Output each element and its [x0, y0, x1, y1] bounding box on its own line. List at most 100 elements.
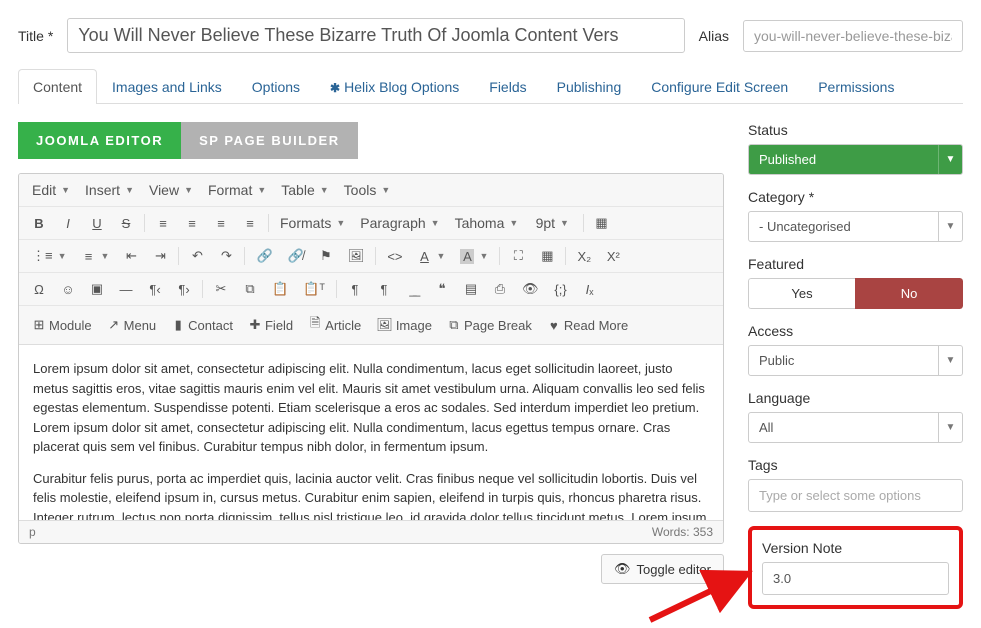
tab-options[interactable]: Options: [237, 69, 315, 104]
menu-view[interactable]: View▼: [142, 177, 200, 203]
version-note-highlight: Version Note: [748, 526, 963, 609]
fullscreen-icon[interactable]: ⛶: [504, 243, 532, 269]
paragraph-dropdown[interactable]: Paragraph▼: [353, 210, 446, 236]
copy-icon[interactable]: ⧉: [236, 276, 264, 302]
sp-page-builder-button[interactable]: SP PAGE BUILDER: [181, 122, 357, 159]
path-display: p: [29, 525, 36, 539]
align-center-icon[interactable]: ≡: [178, 211, 206, 236]
category-select[interactable]: - Uncategorised ▼: [748, 211, 963, 242]
chevron-down-icon: ▼: [938, 346, 962, 375]
indent-icon[interactable]: ⇥: [146, 243, 174, 269]
title-input[interactable]: [67, 18, 684, 53]
field-button[interactable]: ✚ Field: [241, 312, 300, 338]
tab-publishing[interactable]: Publishing: [542, 69, 637, 104]
menu-format[interactable]: Format▼: [201, 177, 273, 203]
tab-configure-edit[interactable]: Configure Edit Screen: [636, 69, 803, 104]
status-select[interactable]: Published ▼: [748, 144, 963, 175]
tab-helix-blog[interactable]: ✱Helix Blog Options: [315, 69, 474, 104]
image-icon[interactable]: 🖼: [341, 243, 372, 269]
link-icon[interactable]: 🔗: [249, 243, 279, 269]
showblocks-icon[interactable]: ¶: [370, 277, 398, 302]
access-select[interactable]: Public ▼: [748, 345, 963, 376]
bgcolor-icon[interactable]: A▼: [453, 244, 495, 269]
blockquote-icon[interactable]: ❝: [428, 276, 456, 302]
print-icon[interactable]: ⎙: [486, 276, 514, 302]
contact-button[interactable]: ▮ Contact: [164, 312, 240, 338]
ltr-icon[interactable]: ¶‹: [141, 277, 169, 302]
tab-images-links[interactable]: Images and Links: [97, 69, 237, 104]
alias-label: Alias: [699, 28, 729, 44]
toggle-editor-button[interactable]: 👁 Toggle editor: [601, 554, 724, 584]
redo-icon[interactable]: ↷: [212, 243, 240, 269]
rtl-icon[interactable]: ¶›: [170, 277, 198, 302]
clearformat-icon[interactable]: Iₓ: [576, 277, 604, 302]
word-count: Words: 353: [652, 525, 713, 539]
menu-insert[interactable]: Insert▼: [78, 177, 141, 203]
content-p2: Curabitur felis purus, porta ac imperdie…: [33, 469, 709, 521]
align-justify-icon[interactable]: ≡: [236, 211, 264, 236]
nbsp-icon[interactable]: _̲: [399, 277, 427, 302]
fontsize-dropdown[interactable]: 9pt▼: [529, 210, 579, 236]
pastetext-icon[interactable]: 📋ᵀ: [296, 276, 332, 302]
image-button[interactable]: 🖼 Image: [369, 312, 439, 338]
code-icon[interactable]: <>: [380, 244, 409, 269]
article-button[interactable]: 🗎 Article: [301, 309, 368, 341]
pagebreak-button[interactable]: ⧉ Page Break: [440, 312, 539, 338]
joomla-editor-button[interactable]: JOOMLA EDITOR: [18, 122, 181, 159]
subscript-icon[interactable]: X₂: [570, 244, 598, 269]
number-list-icon[interactable]: ≡▼: [75, 244, 117, 269]
paste-icon[interactable]: 📋: [265, 276, 295, 302]
language-select[interactable]: All ▼: [748, 412, 963, 443]
category-label: Category *: [748, 189, 963, 205]
editor-content[interactable]: Lorem ipsum dolor sit amet, consectetur …: [19, 345, 723, 520]
builder-toggle: JOOMLA EDITOR SP PAGE BUILDER: [18, 122, 724, 159]
template-icon[interactable]: ▤: [457, 276, 485, 302]
table2-icon[interactable]: ▦: [533, 243, 561, 269]
module-button[interactable]: ⊞ Module: [25, 312, 99, 338]
version-note-input[interactable]: [762, 562, 949, 595]
editor: Edit▼ Insert▼ View▼ Format▼ Table▼ Tools…: [18, 173, 724, 544]
content-p1: Lorem ipsum dolor sit amet, consectetur …: [33, 359, 709, 457]
menu-tools[interactable]: Tools▼: [337, 177, 398, 203]
title-label: Title *: [18, 28, 53, 44]
codesample-icon[interactable]: {;}: [547, 277, 575, 302]
align-left-icon[interactable]: ≡: [149, 211, 177, 236]
featured-no-button[interactable]: No: [855, 278, 963, 309]
chevron-down-icon: ▼: [938, 212, 962, 241]
bold-icon[interactable]: B: [25, 211, 53, 236]
readmore-button[interactable]: ♥ Read More: [540, 313, 635, 338]
hr-icon[interactable]: —: [112, 277, 140, 302]
strikethrough-icon[interactable]: S: [112, 211, 140, 236]
textcolor-icon[interactable]: A▼: [411, 244, 453, 269]
anchor-icon[interactable]: ⚑: [312, 243, 340, 269]
bullet-list-icon[interactable]: ⋮≡▼: [25, 243, 74, 269]
menu-button[interactable]: ↗ Menu: [100, 312, 164, 338]
italic-icon[interactable]: I: [54, 211, 82, 236]
tab-content[interactable]: Content: [18, 69, 97, 104]
featured-yes-button[interactable]: Yes: [748, 278, 855, 309]
alias-input[interactable]: [743, 20, 963, 52]
tab-permissions[interactable]: Permissions: [803, 69, 909, 104]
underline-icon[interactable]: U: [83, 211, 111, 236]
undo-icon[interactable]: ↶: [183, 243, 211, 269]
preview-icon[interactable]: 👁: [515, 276, 546, 302]
outdent-icon[interactable]: ⇤: [117, 243, 145, 269]
media-icon[interactable]: ▣: [83, 276, 111, 302]
menu-table[interactable]: Table▼: [274, 177, 335, 203]
tab-fields[interactable]: Fields: [474, 69, 541, 104]
font-dropdown[interactable]: Tahoma▼: [448, 210, 528, 236]
unlink-icon[interactable]: 🔗̸: [281, 243, 311, 269]
status-label: Status: [748, 122, 963, 138]
table-icon[interactable]: ▦: [588, 210, 616, 236]
pilcrow-icon[interactable]: ¶: [341, 277, 369, 302]
cut-icon[interactable]: ✂: [207, 276, 235, 302]
align-right-icon[interactable]: ≡: [207, 211, 235, 236]
helix-icon: ✱: [330, 81, 340, 95]
superscript-icon[interactable]: X²: [599, 244, 627, 269]
specialchar-icon[interactable]: Ω: [25, 277, 53, 302]
tags-input[interactable]: [748, 479, 963, 512]
emoji-icon[interactable]: ☺: [54, 277, 82, 302]
formats-dropdown[interactable]: Formats▼: [273, 210, 352, 236]
menu-edit[interactable]: Edit▼: [25, 177, 77, 203]
tabs: Content Images and Links Options ✱Helix …: [18, 69, 963, 104]
